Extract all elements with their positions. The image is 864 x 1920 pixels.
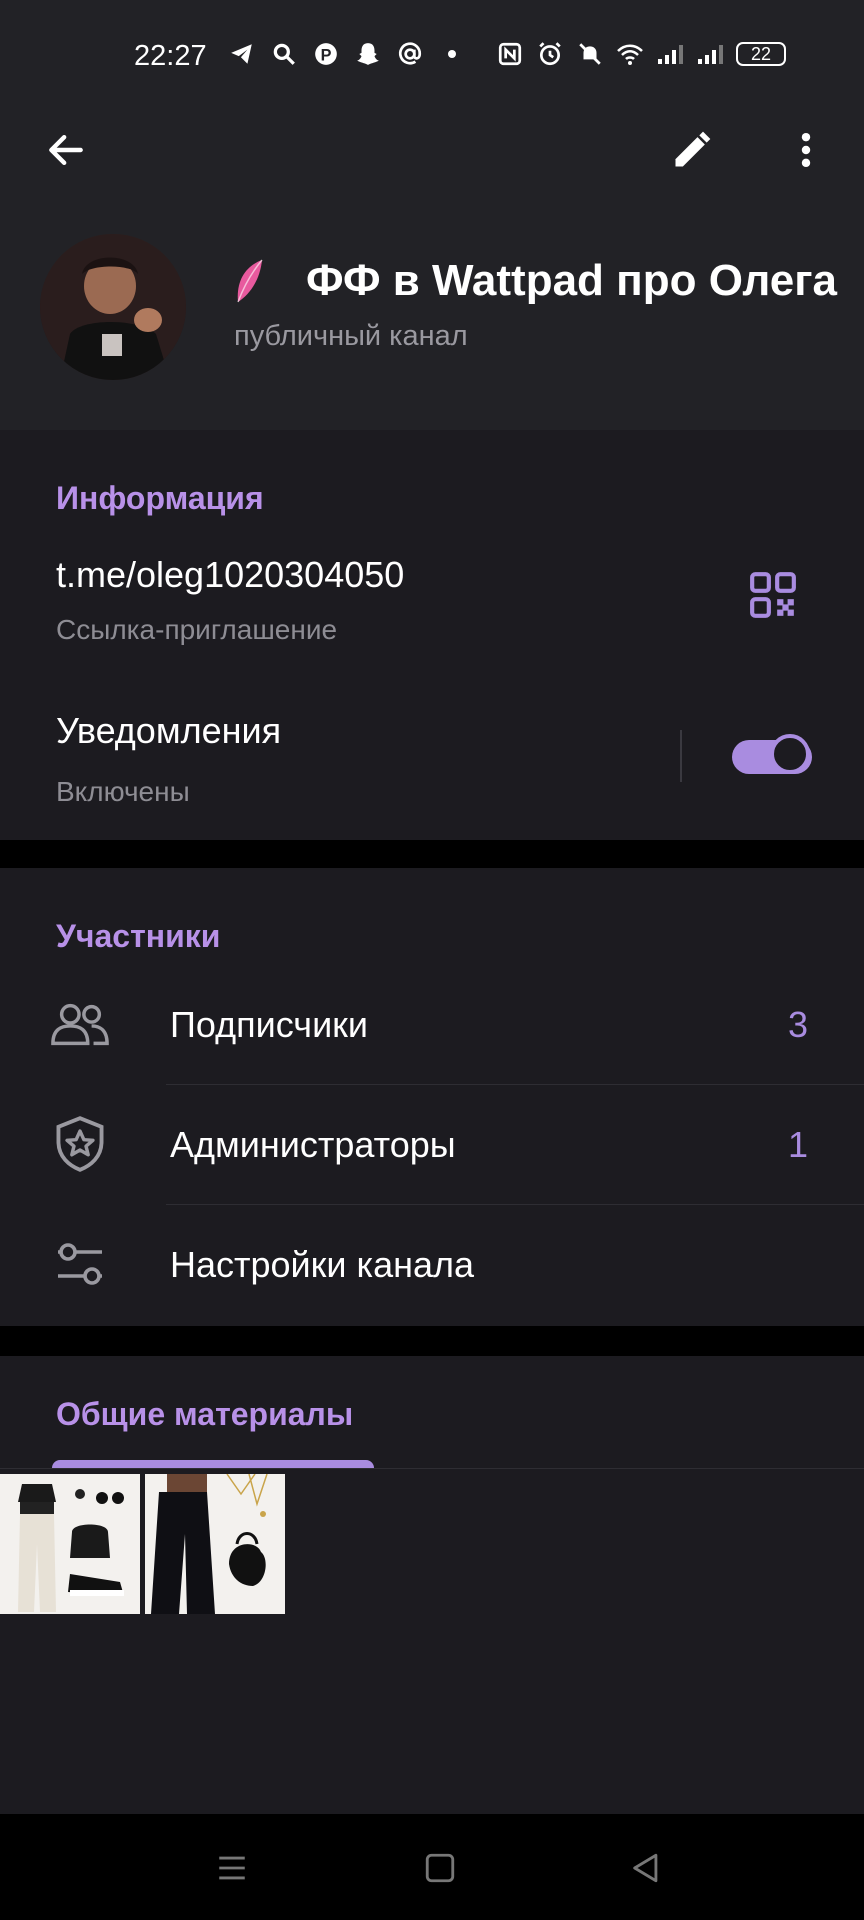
- battery-indicator: 22: [736, 42, 786, 66]
- channel-title: ФФ в Wattpad про Олега: [306, 256, 837, 305]
- back-nav-button[interactable]: [622, 1844, 670, 1892]
- subscribers-count: 3: [787, 1004, 808, 1045]
- administrators-row[interactable]: Администраторы 1: [0, 1084, 864, 1204]
- feather-emoji-icon: [232, 258, 266, 306]
- edit-button[interactable]: [660, 120, 724, 184]
- more-vertical-icon: [784, 128, 828, 177]
- back-button[interactable]: [34, 120, 98, 184]
- status-right-icons: 22: [496, 40, 786, 68]
- row-divider: [680, 730, 682, 782]
- section-gap: [0, 1326, 864, 1356]
- arrow-left-icon: [44, 128, 88, 177]
- pinterest-icon: P: [312, 40, 340, 68]
- mute-icon: [576, 40, 604, 68]
- shield-star-icon: [48, 1112, 112, 1176]
- users-icon: [48, 992, 112, 1056]
- channel-type: публичный канал: [234, 320, 468, 352]
- subscribers-label: Подписчики: [170, 1004, 369, 1045]
- more-button[interactable]: [774, 120, 838, 184]
- members-section-title: Участники: [56, 918, 221, 954]
- alarm-icon: [536, 40, 564, 68]
- notifications-toggle[interactable]: [732, 734, 814, 778]
- section-gap: [0, 840, 864, 868]
- telegram-icon: [228, 40, 256, 68]
- wifi-icon: [616, 40, 644, 68]
- administrators-label: Администраторы: [170, 1124, 456, 1165]
- sliders-icon: [48, 1232, 112, 1296]
- signal-2-icon: [696, 40, 724, 68]
- tab-divider: [0, 1468, 864, 1469]
- menu-nav-button[interactable]: [208, 1844, 256, 1892]
- home-nav-button[interactable]: [416, 1844, 464, 1892]
- info-section-title: Информация: [56, 480, 264, 516]
- system-nav-bar: [0, 1814, 864, 1920]
- status-bar: 22:27 P 22: [0, 0, 864, 110]
- notifications-state: Включены: [56, 776, 190, 807]
- channel-avatar[interactable]: [40, 234, 186, 380]
- notifications-label: Уведомления: [56, 710, 282, 751]
- invite-link[interactable]: t.me/oleg1020304050: [56, 554, 404, 596]
- media-thumbnail[interactable]: [145, 1474, 285, 1614]
- qr-code-icon[interactable]: [748, 570, 804, 626]
- invite-link-row[interactable]: t.me/oleg1020304050 Ссылка-приглашение: [0, 540, 864, 660]
- tab-indicator: [52, 1460, 374, 1468]
- status-left-icons: P: [228, 40, 466, 68]
- at-sign-icon: [396, 40, 424, 68]
- dot-icon: [438, 40, 466, 68]
- toggle-knob: [770, 734, 810, 774]
- signal-1-icon: [656, 40, 684, 68]
- media-thumbnail[interactable]: [0, 1474, 140, 1614]
- tab-shared-media[interactable]: Общие материалы: [56, 1396, 353, 1433]
- search-icon: [270, 40, 298, 68]
- svg-text:P: P: [321, 47, 332, 65]
- channel-settings-row[interactable]: Настройки канала: [0, 1204, 864, 1324]
- status-time: 22:27: [134, 40, 207, 72]
- pencil-icon: [670, 128, 714, 177]
- administrators-count: 1: [787, 1124, 808, 1165]
- subscribers-row[interactable]: Подписчики 3: [0, 964, 864, 1084]
- snapchat-icon: [354, 40, 382, 68]
- nfc-icon: [496, 40, 524, 68]
- invite-link-caption: Ссылка-приглашение: [56, 614, 338, 645]
- channel-settings-label: Настройки канала: [170, 1244, 475, 1285]
